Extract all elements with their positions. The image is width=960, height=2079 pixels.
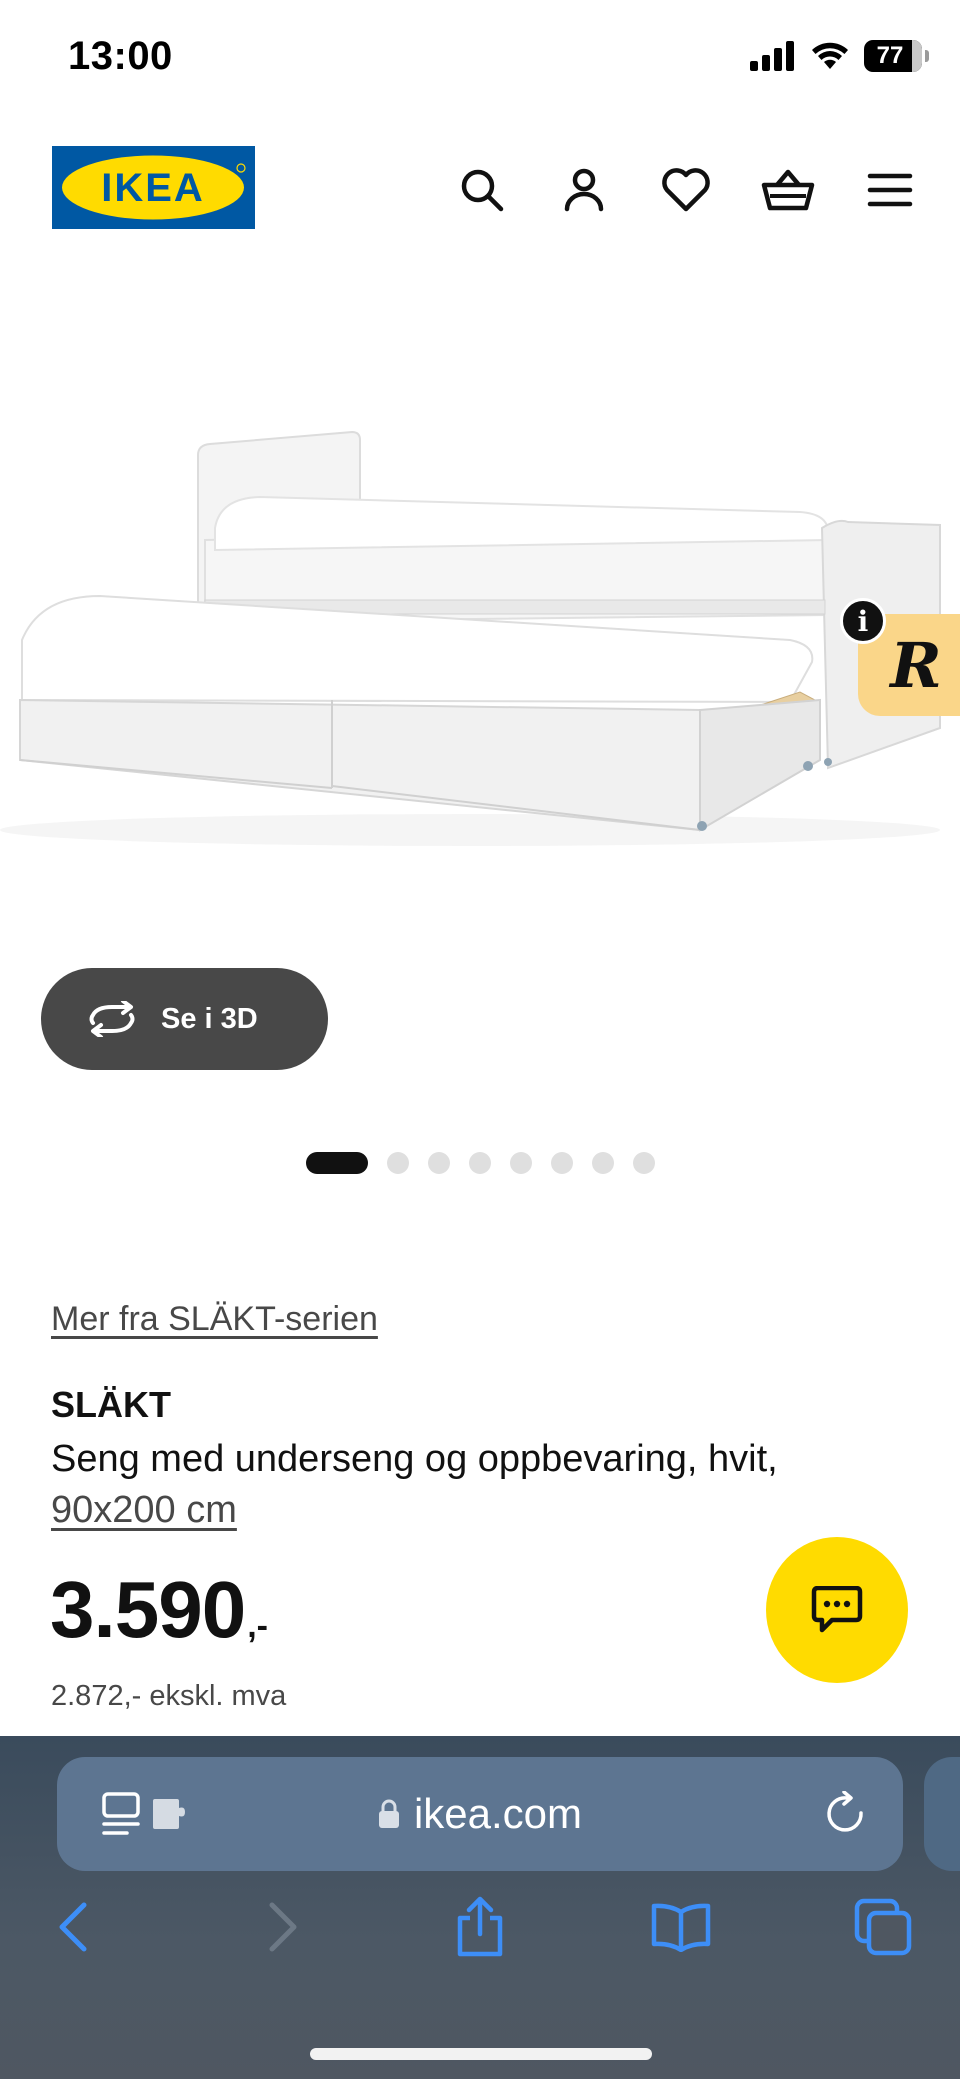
- product-description-text: Seng med underseng og oppbevaring, hvit,: [51, 1438, 778, 1480]
- price-suffix: ,-: [247, 1607, 268, 1645]
- rotate-3d-icon: [89, 1001, 135, 1037]
- series-link[interactable]: Mer fra SLÄKT-serien: [51, 1300, 378, 1339]
- view-3d-button[interactable]: Se i 3D: [41, 968, 328, 1070]
- price-main: 3.590: [50, 1565, 246, 1654]
- header-icons: [452, 160, 920, 220]
- view-3d-label: Se i 3D: [161, 1002, 258, 1035]
- status-bar: 13:00 77: [0, 0, 960, 120]
- share-icon[interactable]: [444, 1891, 516, 1963]
- reload-icon[interactable]: [825, 1790, 869, 1842]
- url-text: ikea.com: [413, 1790, 583, 1837]
- carousel-dot-4[interactable]: [469, 1152, 491, 1174]
- status-time: 13:00: [68, 34, 173, 78]
- site-header: IKEA: [0, 140, 960, 240]
- carousel-dot-2[interactable]: [387, 1152, 409, 1174]
- r-logo-icon: R: [890, 628, 942, 702]
- address-bar[interactable]: ikea.com: [57, 1757, 903, 1871]
- carousel-dot-5[interactable]: [510, 1152, 532, 1174]
- product-image[interactable]: [0, 400, 960, 960]
- status-icons: 77: [750, 40, 929, 72]
- search-icon[interactable]: [452, 160, 512, 220]
- product-size-link[interactable]: 90x200 cm: [51, 1489, 237, 1531]
- product-name: SLÄKT: [51, 1384, 171, 1425]
- battery-level: 77: [876, 42, 904, 69]
- browser-nav-buttons: [0, 1891, 960, 1971]
- forward-icon[interactable]: [246, 1891, 318, 1963]
- menu-icon[interactable]: [860, 160, 920, 220]
- signal-icon: [750, 41, 794, 71]
- lock-icon: [378, 1799, 399, 1828]
- home-indicator[interactable]: [310, 2048, 652, 2060]
- chat-button[interactable]: [766, 1537, 908, 1683]
- carousel-dot-1[interactable]: [306, 1152, 368, 1174]
- basket-icon[interactable]: [758, 160, 818, 220]
- battery-icon: 77: [864, 40, 929, 72]
- tabs-icon[interactable]: [848, 1891, 920, 1963]
- carousel-dot-7[interactable]: [592, 1152, 614, 1174]
- logo-text: IKEA: [101, 166, 205, 210]
- price: 3.590 ,-: [50, 1570, 268, 1650]
- browser-toolbar: ikea.com: [0, 1736, 960, 2079]
- url-display[interactable]: ikea.com: [57, 1757, 903, 1871]
- chat-icon: [811, 1586, 863, 1633]
- product-description: Seng med underseng og oppbevaring, hvit,…: [51, 1434, 911, 1536]
- back-icon[interactable]: [38, 1891, 110, 1963]
- bookmarks-icon[interactable]: [645, 1891, 717, 1963]
- carousel-dot-8[interactable]: [633, 1152, 655, 1174]
- ikea-logo[interactable]: IKEA: [52, 146, 255, 229]
- account-icon[interactable]: [554, 160, 614, 220]
- price-excl-vat: 2.872,- ekskl. mva: [51, 1680, 287, 1712]
- info-icon[interactable]: i: [840, 598, 886, 644]
- wifi-icon: [812, 42, 848, 69]
- image-carousel-dots: [306, 1152, 655, 1174]
- heart-icon[interactable]: [656, 160, 716, 220]
- next-tab-preview[interactable]: [924, 1757, 960, 1871]
- carousel-dot-6[interactable]: [551, 1152, 573, 1174]
- carousel-dot-3[interactable]: [428, 1152, 450, 1174]
